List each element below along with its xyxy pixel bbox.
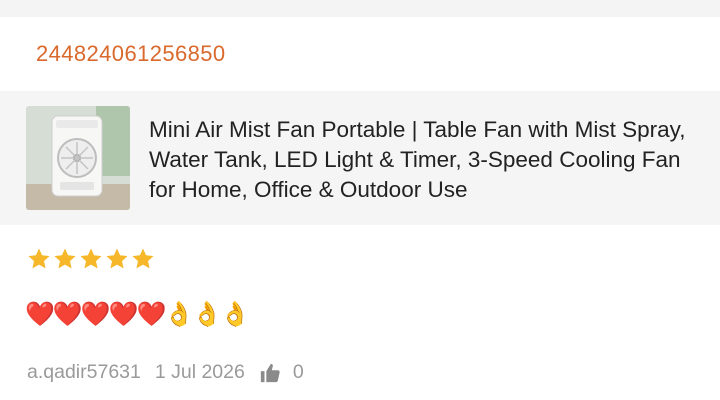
reviewer-name: a.qadir57631 [27,361,141,383]
star-icon [132,248,154,269]
review-card: 244824061256850 Mini Air Mist Fan Portab… [0,17,720,400]
review-date: 1 Jul 2026 [154,361,245,383]
star-rating [27,247,155,271]
star-icon [28,248,50,269]
star-icon [54,248,76,269]
star-icon [106,248,128,269]
like-count: 0 [292,361,304,383]
review-meta: a.qadir57631 1 Jul 2026 0 [27,361,304,384]
review-comment: ❤️❤️❤️❤️❤️👌👌👌 [25,300,250,328]
product-image[interactable] [26,106,130,210]
thumbs-up-icon[interactable] [259,362,281,384]
star-icon [80,248,102,269]
product-row[interactable]: Mini Air Mist Fan Portable | Table Fan w… [0,91,720,225]
order-id[interactable]: 244824061256850 [36,41,226,67]
product-title[interactable]: Mini Air Mist Fan Portable | Table Fan w… [149,115,709,205]
